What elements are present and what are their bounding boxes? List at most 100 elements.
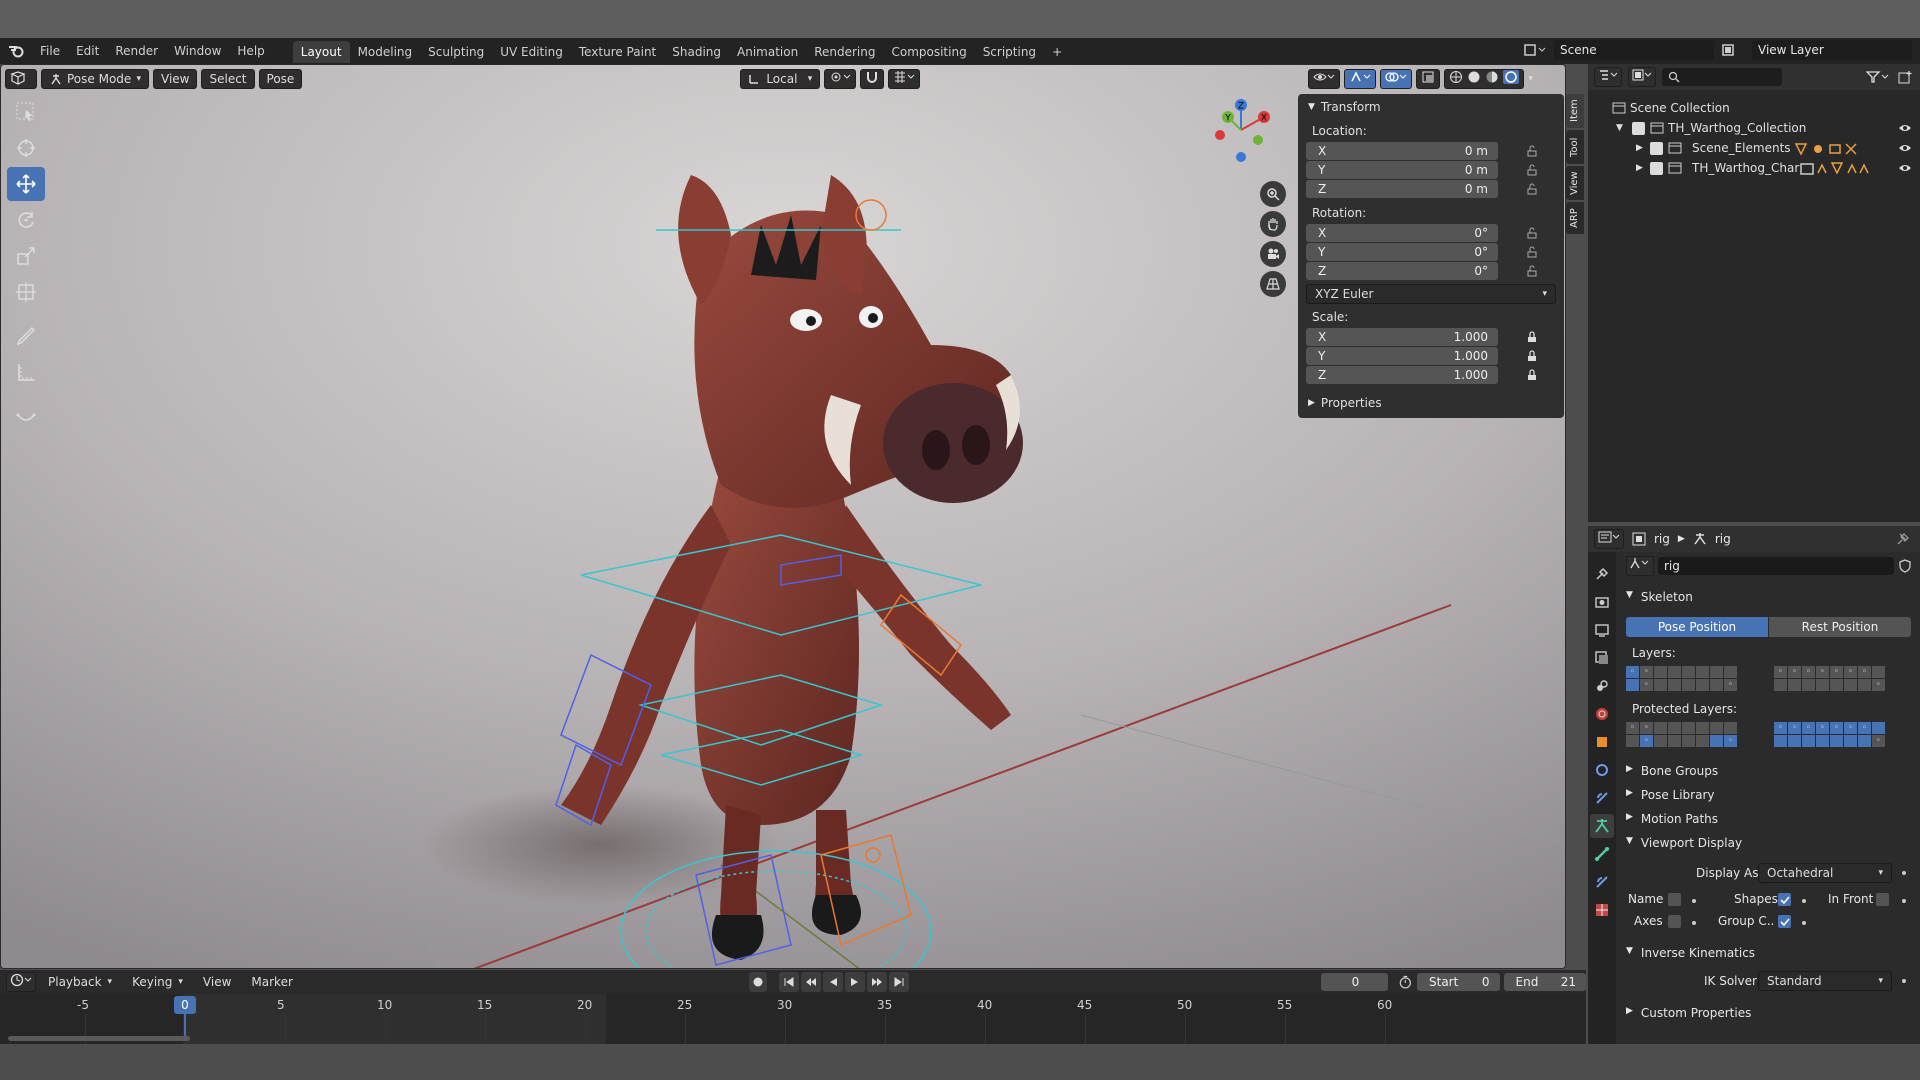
layer-toggle[interactable]: ◦ [1830, 722, 1843, 734]
layer-toggle[interactable] [1668, 735, 1681, 747]
layer-toggle[interactable]: ◦ [1640, 722, 1653, 734]
rotation-y-field[interactable]: Y 0° [1306, 243, 1498, 261]
layer-toggle[interactable] [1696, 679, 1709, 691]
tab-shading[interactable]: Shading [664, 41, 729, 63]
layer-toggle[interactable]: ◦ [1640, 735, 1653, 747]
wireframe-shading-icon[interactable] [1449, 70, 1463, 84]
layer-toggle[interactable] [1668, 722, 1681, 734]
timeline-view-menu[interactable]: View [195, 972, 239, 992]
bone-icon[interactable] [1594, 846, 1610, 862]
transform-orientation-dropdown[interactable]: Local ▾ [740, 69, 821, 89]
jump-end-button[interactable] [889, 972, 910, 992]
layer-toggle[interactable] [1802, 735, 1815, 747]
jump-keyframe-forward-button[interactable] [867, 972, 888, 992]
rotate-tool[interactable] [7, 203, 45, 237]
blender-logo-icon[interactable] [0, 44, 32, 58]
cursor-tool[interactable] [7, 131, 45, 165]
timeline-editor-type[interactable] [6, 972, 36, 992]
menu-render[interactable]: Render [107, 38, 166, 64]
scale-tool[interactable] [7, 239, 45, 273]
eye-icon[interactable] [1898, 143, 1912, 153]
layer-toggle[interactable] [1654, 666, 1667, 678]
location-z-field[interactable]: Z 0 m [1306, 180, 1498, 198]
unlock-icon[interactable] [1526, 227, 1538, 239]
pin-icon[interactable] [1896, 532, 1910, 546]
layer-toggle[interactable] [1724, 722, 1737, 734]
layer-toggle[interactable]: ◦ [1844, 722, 1857, 734]
new-collection-icon[interactable] [1898, 70, 1914, 84]
perspective-toggle[interactable] [1260, 271, 1286, 297]
bone-constraints-icon[interactable] [1594, 874, 1610, 890]
unlock-icon[interactable] [1526, 246, 1538, 258]
tool-settings-icon[interactable] [1594, 566, 1610, 582]
layer-toggle[interactable] [1802, 679, 1815, 691]
layer-toggle[interactable] [1696, 735, 1709, 747]
bone-tool[interactable] [7, 399, 45, 433]
layer-toggle[interactable] [1858, 735, 1871, 747]
transform-header[interactable]: ▼ Transform [1308, 100, 1381, 114]
outliner-editor-type[interactable] [1594, 67, 1622, 87]
layer-toggle[interactable] [1696, 722, 1709, 734]
layer-toggle[interactable] [1830, 679, 1843, 691]
layer-toggle[interactable]: ◦ [1788, 722, 1801, 734]
outliner-row-scene-collection[interactable]: Scene Collection [1588, 98, 1920, 118]
layer-toggle[interactable] [1774, 679, 1787, 691]
tab-rendering[interactable]: Rendering [806, 41, 883, 63]
view-layer-field[interactable]: View Layer [1752, 40, 1912, 60]
keyframe-dot-icon[interactable] [1802, 899, 1806, 903]
layer-toggle[interactable] [1858, 679, 1871, 691]
view-layer-tab-icon[interactable] [1594, 650, 1610, 666]
layer-toggle[interactable] [1844, 735, 1857, 747]
layer-toggle[interactable] [1710, 679, 1723, 691]
layer-toggle[interactable] [1872, 722, 1885, 734]
pose-position-button[interactable]: Pose Position [1626, 617, 1768, 637]
scale-z-field[interactable]: Z 1.000 [1306, 366, 1498, 384]
playhead[interactable]: 0 [174, 996, 196, 1014]
rotation-z-field[interactable]: Z 0° [1306, 262, 1498, 280]
scale-x-field[interactable]: X 1.000 [1306, 328, 1498, 346]
marker-menu[interactable]: Marker [243, 972, 300, 992]
navigation-gizmo[interactable]: Z X Y [1206, 95, 1276, 165]
layer-toggle[interactable] [1654, 735, 1667, 747]
layer-toggle[interactable] [1654, 722, 1667, 734]
menu-edit[interactable]: Edit [68, 38, 107, 64]
collection-checkbox[interactable] [1650, 142, 1663, 155]
tab-uv-editing[interactable]: UV Editing [492, 41, 571, 63]
tab-scripting[interactable]: Scripting [975, 41, 1044, 63]
rendered-shading-icon[interactable] [1503, 70, 1520, 84]
ik-solver-dropdown[interactable]: Standard ▾ [1758, 971, 1892, 991]
outliner-row-warthog-collection[interactable]: ▼ TH_Warthog_Collection [1588, 118, 1920, 138]
layer-toggle[interactable]: ◦ [1724, 735, 1737, 747]
timeline-scrub-area[interactable]: -5 5 10 15 20 25 30 35 40 45 50 55 60 0 [0, 994, 1586, 1044]
transform-tool[interactable] [7, 275, 45, 309]
keyframe-dot-icon[interactable] [1802, 921, 1806, 925]
playback-menu[interactable]: Playback ▾ [40, 972, 120, 992]
layer-toggle[interactable] [1696, 666, 1709, 678]
collection-checkbox[interactable] [1632, 122, 1645, 135]
pivot-point-button[interactable] [824, 69, 857, 89]
layer-toggle[interactable] [1844, 679, 1857, 691]
layer-toggle[interactable] [1872, 666, 1885, 678]
world-icon[interactable] [1594, 706, 1610, 722]
layer-toggle[interactable]: ◦ [1788, 666, 1801, 678]
camera-view-button[interactable] [1260, 241, 1286, 267]
timeline-scrollbar[interactable] [8, 1036, 190, 1041]
current-frame-field[interactable]: 0 [1320, 973, 1389, 991]
layer-toggle[interactable]: ◦ [1830, 666, 1843, 678]
layer-toggle[interactable]: ◦ [1774, 722, 1787, 734]
layer-toggle[interactable]: ◦ [1858, 722, 1871, 734]
lock-icon[interactable] [1526, 369, 1538, 381]
layer-toggle[interactable]: ◦ [1872, 735, 1885, 747]
unlock-icon[interactable] [1526, 145, 1538, 157]
layer-toggle[interactable]: ◦ [1816, 722, 1829, 734]
layer-toggle[interactable] [1710, 666, 1723, 678]
rotation-mode-dropdown[interactable]: XYZ Euler ▾ [1306, 284, 1556, 304]
layer-toggle[interactable] [1788, 679, 1801, 691]
unlock-icon[interactable] [1526, 265, 1538, 277]
layer-toggle[interactable] [1724, 666, 1737, 678]
in-front-checkbox[interactable] [1876, 893, 1889, 906]
layer-toggle[interactable] [1626, 735, 1639, 747]
rotation-x-field[interactable]: X 0° [1306, 224, 1498, 242]
visibility-button[interactable] [1308, 69, 1341, 89]
display-mode-dropdown[interactable] [1628, 67, 1656, 87]
